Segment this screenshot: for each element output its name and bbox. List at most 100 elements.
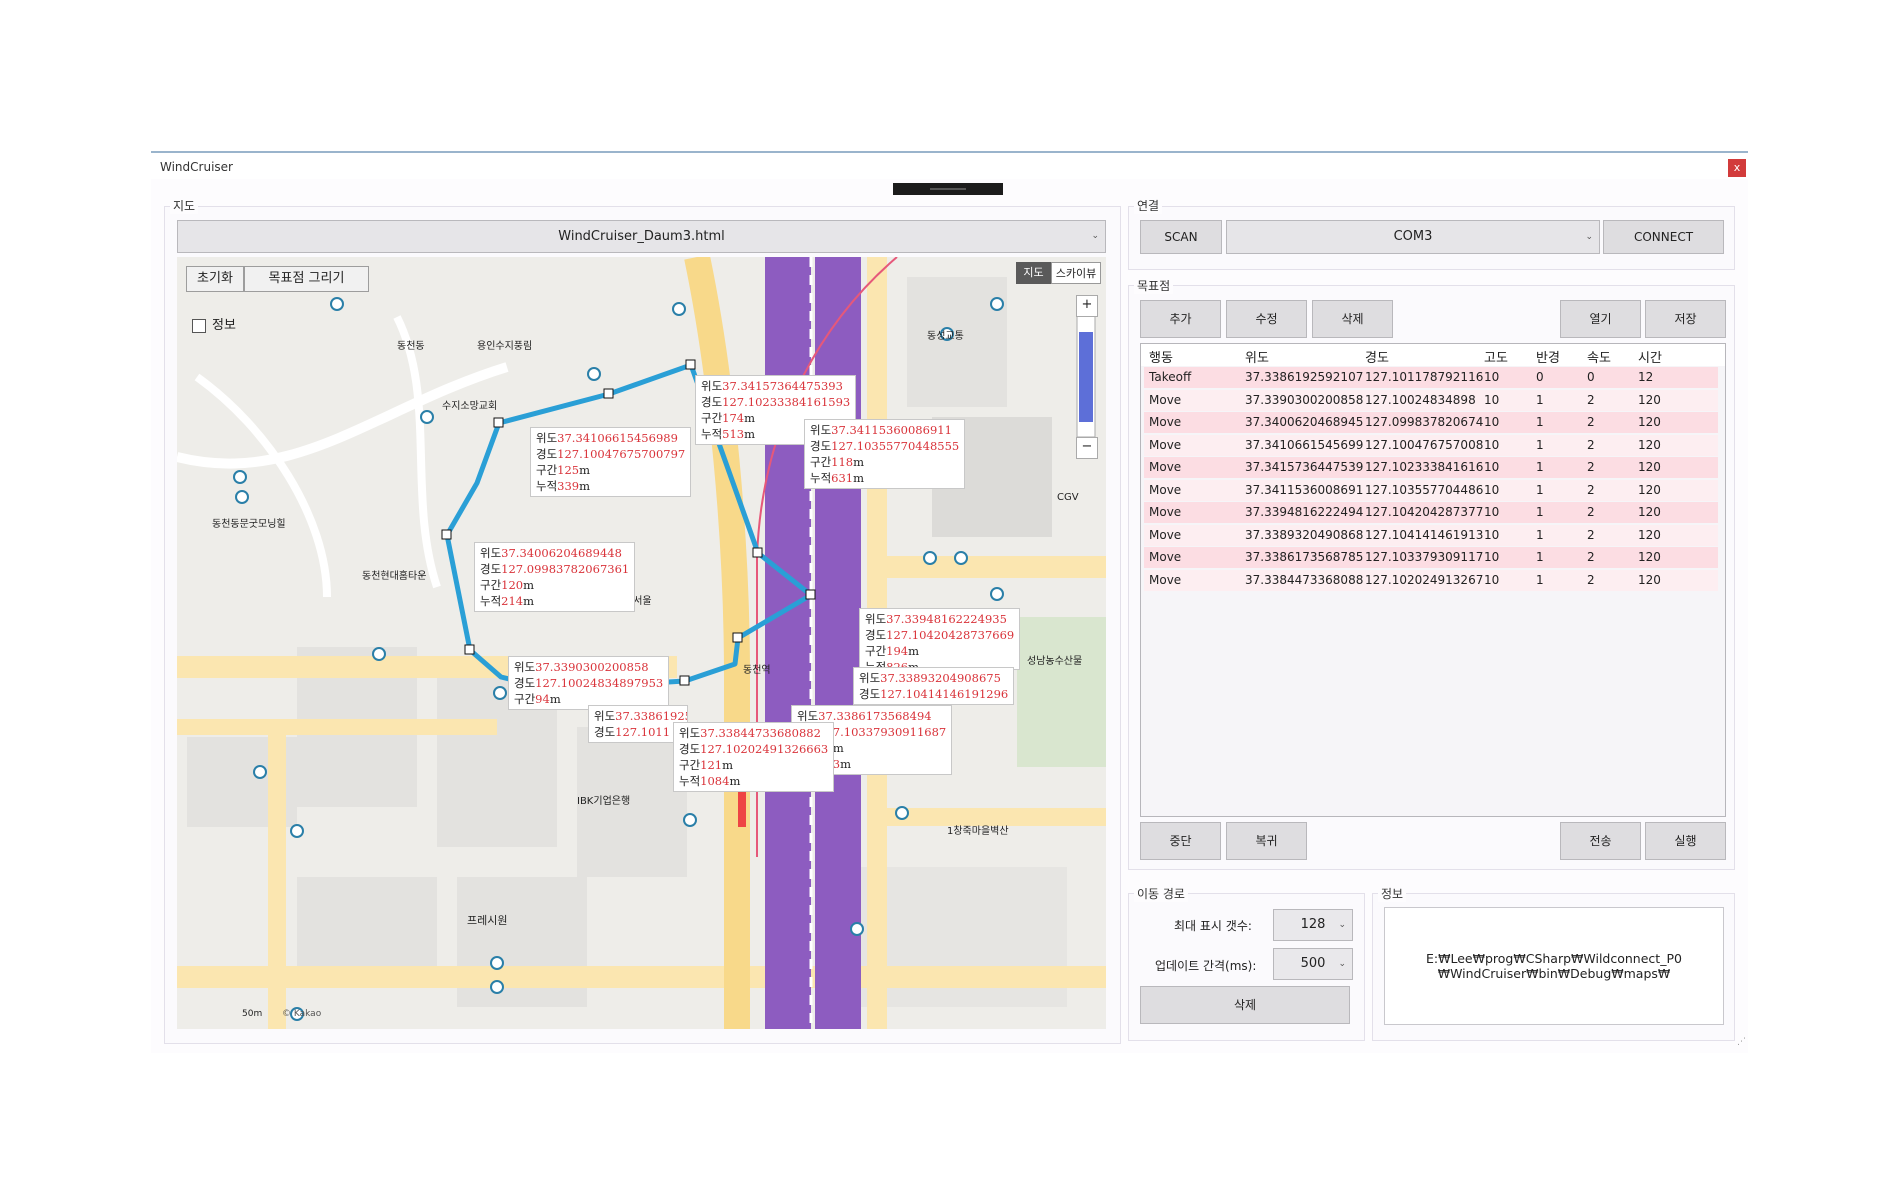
table-cell: 127.10024834898 bbox=[1365, 392, 1476, 407]
table-cell: 0 bbox=[1587, 370, 1595, 384]
connect-group-label: 연결 bbox=[1134, 197, 1163, 214]
waypoint-info: 위도37.34115360086911 경도127.10355770448555… bbox=[804, 419, 966, 489]
zoom-in-button[interactable]: + bbox=[1076, 295, 1098, 317]
scan-button[interactable]: SCAN bbox=[1140, 220, 1222, 254]
table-cell: 2 bbox=[1587, 527, 1595, 542]
view-map-toggle[interactable]: 지도 bbox=[1016, 262, 1051, 284]
map-reset-button[interactable]: 초기화 bbox=[186, 266, 244, 292]
table-cell: Takeoff bbox=[1149, 370, 1192, 384]
table-cell: 37.3386173568785 bbox=[1245, 550, 1364, 564]
connect-button[interactable]: CONNECT bbox=[1603, 220, 1724, 254]
waypoint-group-label: 목표점 bbox=[1134, 277, 1174, 294]
table-cell: 10 bbox=[1484, 550, 1500, 564]
map-label: 1창죽마을벽산 bbox=[947, 826, 1009, 837]
table-cell: 37.3411536008691 bbox=[1245, 482, 1364, 497]
table-cell: 1 bbox=[1536, 527, 1544, 542]
table-cell: Move bbox=[1149, 460, 1182, 474]
table-row[interactable]: Takeoff 37.3386192592107 127.101178792116 1… bbox=[1144, 367, 1718, 388]
interval-select[interactable]: 500 ⌄ bbox=[1273, 948, 1353, 980]
chevron-down-icon: ⌄ bbox=[1338, 959, 1346, 969]
chevron-down-icon: ⌄ bbox=[1338, 920, 1346, 930]
map-label: 프레시원 bbox=[467, 914, 508, 927]
window-title: WindCruiser bbox=[160, 160, 233, 174]
table-cell: 127.103557704486 bbox=[1365, 482, 1484, 497]
drag-handle[interactable] bbox=[893, 183, 1003, 195]
table-row[interactable]: Move 37.3410661545699 127.100476757008 10 1 2… bbox=[1144, 434, 1718, 456]
table-row[interactable]: Move 37.3384473368088 127.102024913267 10 1 2… bbox=[1144, 569, 1718, 591]
table-cell: 2 bbox=[1587, 550, 1595, 564]
table-cell: 1 bbox=[1536, 482, 1544, 497]
map-label: 수지소망교회 bbox=[442, 401, 498, 412]
map-label: 동천현대홈타운 bbox=[362, 571, 427, 582]
table-cell: 120 bbox=[1638, 505, 1661, 519]
table-cell: 37.3410661545699 bbox=[1245, 437, 1364, 452]
column-header[interactable]: 고도 bbox=[1484, 347, 1508, 366]
table-row[interactable]: Move 37.3386173568785 127.103379309117 10 1 2… bbox=[1144, 547, 1718, 568]
send-button[interactable]: 전송 bbox=[1560, 822, 1641, 860]
return-button[interactable]: 복귀 bbox=[1226, 822, 1307, 860]
table-cell: 0 bbox=[1536, 370, 1544, 384]
save-button[interactable]: 저장 bbox=[1645, 300, 1726, 338]
map-label: 동천역 bbox=[743, 665, 771, 676]
table-cell: Move bbox=[1149, 437, 1182, 452]
title-bar: WindCruiser x bbox=[151, 153, 1748, 179]
table-row[interactable]: Move 37.3415736447539 127.102333841616 10 1 2… bbox=[1144, 457, 1718, 478]
clear-path-button[interactable]: 삭제 bbox=[1140, 986, 1350, 1024]
table-cell: 10 bbox=[1484, 437, 1500, 452]
edit-waypoint-button[interactable]: 수정 bbox=[1226, 300, 1307, 338]
run-button[interactable]: 실행 bbox=[1645, 822, 1726, 860]
map-file-select[interactable]: WindCruiser_Daum3.html ⌄ bbox=[177, 220, 1106, 253]
close-button[interactable]: x bbox=[1728, 159, 1746, 177]
table-row[interactable]: Move 37.3411536008691 127.103557704486 10 1 2… bbox=[1144, 479, 1718, 501]
max-count-select[interactable]: 128 ⌄ bbox=[1273, 909, 1353, 941]
maps-path-text: E:₩Lee₩prog₩CSharp₩Wildconnect_P0 ₩WindC… bbox=[1384, 907, 1724, 1025]
table-cell: 10 bbox=[1484, 572, 1500, 587]
resize-grip-icon[interactable]: ⋰ bbox=[1737, 1037, 1746, 1047]
map-file-value: WindCruiser_Daum3.html bbox=[558, 229, 725, 244]
table-cell: 2 bbox=[1587, 460, 1595, 474]
table-cell: 12 bbox=[1638, 370, 1654, 384]
table-cell: 127.099837820674 bbox=[1365, 415, 1484, 429]
column-header[interactable]: 반경 bbox=[1536, 347, 1560, 366]
table-cell: 37.3390300200858 bbox=[1245, 392, 1364, 407]
column-header[interactable]: 행동 bbox=[1149, 347, 1173, 366]
stop-button[interactable]: 중단 bbox=[1140, 822, 1221, 860]
draw-waypoint-button[interactable]: 목표점 그리기 bbox=[244, 266, 369, 292]
table-cell: 120 bbox=[1638, 437, 1661, 452]
chevron-down-icon: ⌄ bbox=[1091, 231, 1099, 241]
table-cell: 10 bbox=[1484, 527, 1500, 542]
view-skyview-toggle[interactable]: 스카이뷰 bbox=[1051, 262, 1101, 284]
table-cell: 37.3386192592107 bbox=[1245, 370, 1364, 384]
column-header[interactable]: 위도 bbox=[1245, 347, 1269, 366]
table-row[interactable]: Move 37.3394816222494 127.104204287377 10 1 2… bbox=[1144, 502, 1718, 523]
interval-label: 업데이트 간격(ms): bbox=[1155, 959, 1257, 973]
table-cell: 37.3389320490868 bbox=[1245, 527, 1364, 542]
maps-path-line: ₩WindCruiser₩bin₩Debug₩maps₩ bbox=[1437, 966, 1671, 981]
delete-waypoint-button[interactable]: 삭제 bbox=[1312, 300, 1393, 338]
waypoint-table[interactable]: 행동 위도 경도 고도 반경 속도 시간 Takeoff 37.338619259… bbox=[1140, 343, 1726, 817]
add-waypoint-button[interactable]: 추가 bbox=[1140, 300, 1221, 338]
map-view[interactable]: 동천동 용인수지풍림 수지소망교회 동천동문굿모닝힐 동천현대홈타운 남서울 동… bbox=[177, 257, 1106, 1029]
table-row[interactable]: Move 37.3389320490868 127.104141461913 10 1 2… bbox=[1144, 524, 1718, 546]
open-button[interactable]: 열기 bbox=[1560, 300, 1641, 338]
column-header[interactable]: 경도 bbox=[1365, 347, 1389, 366]
table-cell: 120 bbox=[1638, 572, 1661, 587]
map-label: 동천동 bbox=[397, 341, 425, 352]
table-cell: 120 bbox=[1638, 460, 1661, 474]
table-cell: 2 bbox=[1587, 392, 1595, 407]
column-header[interactable]: 속도 bbox=[1587, 347, 1611, 366]
info-checkbox[interactable] bbox=[192, 319, 206, 333]
table-row[interactable]: Move 37.3390300200858 127.10024834898 10 1 2 1… bbox=[1144, 389, 1718, 411]
info-group-label: 정보 bbox=[1378, 885, 1407, 902]
table-cell: 10 bbox=[1484, 460, 1500, 474]
map-label: IBK기업은행 bbox=[577, 796, 631, 807]
column-header[interactable]: 시간 bbox=[1638, 347, 1662, 366]
waypoint-info: 위도37.34106615456989 경도127.10047675700797… bbox=[530, 427, 692, 497]
path-group-label: 이동 경로 bbox=[1134, 885, 1188, 902]
table-cell: 37.3384473368088 bbox=[1245, 572, 1364, 587]
port-select[interactable]: COM3 ⌄ bbox=[1226, 220, 1600, 254]
scale-label: 50m bbox=[242, 1009, 263, 1019]
table-cell: 37.3415736447539 bbox=[1245, 460, 1364, 474]
table-row[interactable]: Move 37.3400620468945 127.099837820674 10 1 2… bbox=[1144, 412, 1718, 433]
zoom-out-button[interactable]: − bbox=[1076, 437, 1098, 459]
